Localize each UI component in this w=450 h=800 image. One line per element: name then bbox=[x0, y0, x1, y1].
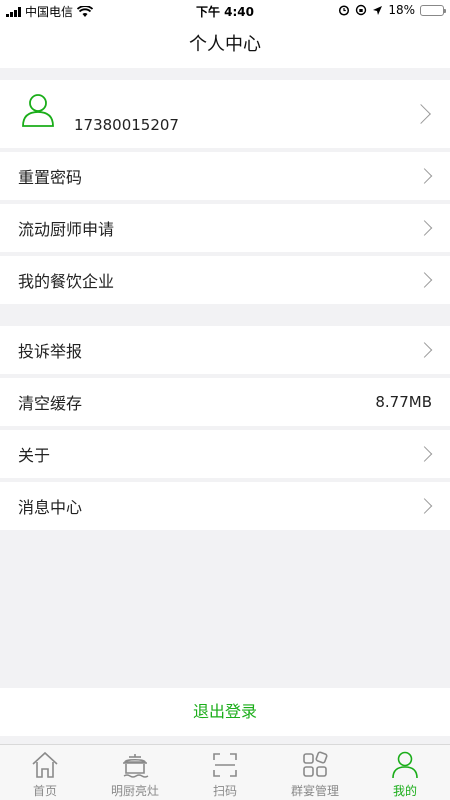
chevron-right-icon bbox=[411, 104, 431, 124]
profile-phone: 17380015207 bbox=[74, 116, 179, 134]
grid-icon bbox=[303, 751, 328, 777]
menu-item-label: 我的餐饮企业 bbox=[18, 272, 115, 291]
menu-item-label: 流动厨师申请 bbox=[18, 220, 115, 239]
cache-size-value: 8.77MB bbox=[375, 393, 432, 411]
tab-bar: 首页 明厨亮灶 扫码 群宴管理 我的 bbox=[0, 744, 450, 800]
menu-item-label: 重置密码 bbox=[18, 168, 83, 187]
menu-item-about[interactable]: 关于 bbox=[0, 430, 450, 478]
tab-label: 我的 bbox=[392, 784, 417, 798]
logout-button[interactable]: 退出登录 bbox=[0, 688, 450, 736]
tab-label: 群宴管理 bbox=[290, 784, 339, 798]
home-icon bbox=[32, 751, 58, 778]
tab-mine[interactable]: 我的 bbox=[360, 745, 450, 800]
chevron-right-icon bbox=[416, 446, 433, 462]
tab-label: 扫码 bbox=[212, 784, 237, 798]
chevron-right-icon bbox=[416, 168, 433, 184]
status-bar: 中国电信 下午 4:40 18% bbox=[0, 0, 450, 22]
menu-item-label: 消息中心 bbox=[18, 498, 83, 517]
chevron-right-icon bbox=[416, 342, 433, 358]
location-icon bbox=[373, 5, 383, 15]
tab-scan[interactable]: 扫码 bbox=[180, 745, 270, 800]
battery-icon bbox=[420, 4, 446, 16]
profile-row[interactable]: 17380015207 bbox=[0, 80, 450, 148]
menu-item-my-enterprise[interactable]: 我的餐饮企业 bbox=[0, 256, 450, 304]
menu-item-clear-cache[interactable]: 清空缓存 8.77MB bbox=[0, 378, 450, 426]
menu-item-message-center[interactable]: 消息中心 bbox=[0, 482, 450, 530]
alarm-icon bbox=[339, 5, 350, 16]
tab-kitchen[interactable]: 明厨亮灶 bbox=[90, 745, 180, 800]
status-right: 18% bbox=[338, 3, 446, 17]
avatar-icon bbox=[22, 94, 54, 127]
battery-percent: 18% bbox=[388, 3, 415, 17]
tab-label: 明厨亮灶 bbox=[110, 784, 159, 798]
rotation-lock-icon bbox=[356, 4, 367, 16]
chevron-right-icon bbox=[416, 272, 433, 288]
person-icon bbox=[392, 751, 418, 779]
menu-item-complaint[interactable]: 投诉举报 bbox=[0, 326, 450, 374]
menu-item-reset-password[interactable]: 重置密码 bbox=[0, 152, 450, 200]
menu-item-chef-application[interactable]: 流动厨师申请 bbox=[0, 204, 450, 252]
tab-home[interactable]: 首页 bbox=[0, 745, 90, 800]
menu-item-label: 投诉举报 bbox=[18, 342, 83, 361]
page-title: 个人中心 bbox=[0, 22, 450, 68]
menu-item-label: 关于 bbox=[18, 446, 51, 465]
menu-item-label: 清空缓存 bbox=[18, 394, 83, 413]
tab-label: 首页 bbox=[32, 784, 57, 798]
chevron-right-icon bbox=[416, 220, 433, 236]
cooking-pot-icon bbox=[123, 754, 149, 778]
chevron-right-icon bbox=[416, 498, 433, 514]
tab-banquet[interactable]: 群宴管理 bbox=[270, 745, 360, 800]
scan-icon bbox=[213, 753, 237, 777]
